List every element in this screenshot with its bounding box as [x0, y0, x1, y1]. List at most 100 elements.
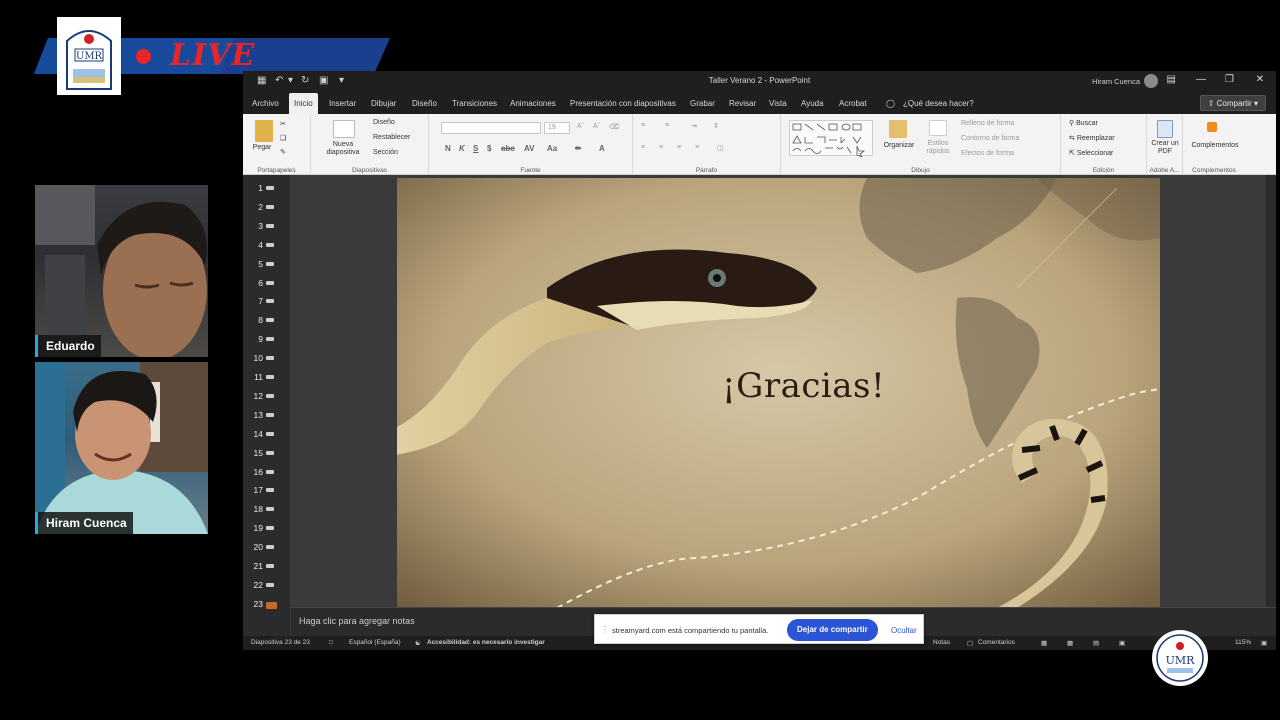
change-case-icon[interactable]: Aa [547, 144, 557, 153]
tell-me-search[interactable]: ¿Qué desea hacer? [903, 99, 974, 108]
shadow-icon[interactable]: $ [487, 144, 491, 153]
ribbon-display-icon[interactable]: ▤ [1167, 74, 1176, 85]
slide-thumbnail[interactable] [266, 204, 274, 209]
comments-button[interactable]: Comentarios [978, 639, 1015, 646]
tab-dibujar[interactable]: Dibujar [371, 99, 396, 108]
align-center-icon[interactable]: ≡ [659, 144, 663, 151]
slide-thumbnail-number[interactable]: 22 [249, 580, 263, 590]
slide-sorter-icon[interactable]: ▦ [1067, 639, 1073, 647]
notes-button[interactable]: Notas [933, 639, 950, 646]
shrink-font-icon[interactable]: Aˇ [593, 123, 600, 130]
section-button[interactable]: Sección [373, 149, 398, 156]
slide-thumbnail[interactable] [266, 526, 274, 531]
slide-thumbnail-number[interactable]: 2 [249, 202, 263, 212]
slide-thumbnail-number[interactable]: 23 [249, 599, 263, 609]
slide-thumbnail[interactable] [266, 488, 274, 493]
slide-thumbnail[interactable] [266, 469, 274, 474]
tab-transiciones[interactable]: Transiciones [452, 99, 497, 108]
tab-revisar[interactable]: Revisar [729, 99, 756, 108]
stop-sharing-button[interactable]: Dejar de compartir [787, 619, 878, 641]
slide-thumbnail-number[interactable]: 1 [249, 183, 263, 193]
slide-thumbnail-number[interactable]: 9 [249, 334, 263, 344]
font-size-select[interactable]: 19 [544, 122, 570, 134]
bullets-icon[interactable]: ≡ [641, 122, 645, 129]
numbering-icon[interactable]: ≡ [665, 122, 669, 129]
replace-button[interactable]: ⇆ Reemplazar [1069, 134, 1115, 142]
align-right-icon[interactable]: ≡ [677, 144, 681, 151]
shapes-gallery[interactable] [789, 120, 873, 158]
accessibility-status[interactable]: Accesibilidad: es necesario investigar [427, 639, 545, 646]
slide-thumbnail[interactable] [266, 242, 274, 247]
slide-thumbnail[interactable] [266, 564, 274, 568]
char-spacing-icon[interactable]: AV [524, 144, 535, 153]
slide-thumbnail-number[interactable]: 13 [249, 410, 263, 420]
tab-grabar[interactable]: Grabar [690, 99, 715, 108]
slide-thumbnail[interactable] [266, 393, 274, 398]
bold-icon[interactable]: N [445, 144, 451, 153]
vertical-scrollbar[interactable] [1266, 175, 1276, 607]
slide-title[interactable]: ¡Gracias! [722, 366, 885, 406]
highlight-icon[interactable]: ✏ [575, 144, 582, 153]
slide-thumbnail-number[interactable]: 15 [249, 448, 263, 458]
slide-thumbnail[interactable] [266, 450, 274, 455]
layout-button[interactable]: Diseño [373, 119, 395, 126]
slide-thumbnail[interactable] [266, 431, 274, 436]
spellcheck-icon[interactable]: □ [329, 639, 333, 646]
slide-thumbnail-number[interactable]: 14 [249, 429, 263, 439]
slide-thumbnail-number[interactable]: 18 [249, 504, 263, 514]
slide-thumbnail-number[interactable]: 17 [249, 485, 263, 495]
font-family-select[interactable] [441, 122, 541, 134]
italic-icon[interactable]: K [459, 144, 465, 153]
drag-handle-icon[interactable]: ⋮ [601, 625, 609, 634]
indent-icon[interactable]: ⇥ [691, 122, 697, 130]
clear-format-icon[interactable]: ⌫ [609, 123, 619, 131]
addins-button[interactable]: Complementos [1187, 142, 1243, 150]
tab-diseno[interactable]: Diseño [412, 99, 437, 108]
shape-outline-button[interactable]: Contorno de forma [961, 135, 1019, 142]
share-button[interactable]: ⇧ Compartir ▾ [1199, 95, 1266, 111]
slide-canvas[interactable]: ¡Gracias! [291, 175, 1266, 608]
tab-vista[interactable]: Vista [769, 99, 787, 108]
slide-thumbnail[interactable] [266, 545, 274, 550]
slide-thumbnail-number[interactable]: 16 [249, 467, 263, 477]
user-name[interactable]: Hiram Cuenca [1092, 77, 1140, 86]
create-pdf-icon[interactable] [1157, 120, 1173, 138]
slide-thumbnail[interactable] [266, 337, 274, 342]
cut-icon[interactable]: ✂ [280, 120, 286, 128]
slide-thumbnail[interactable] [266, 280, 274, 285]
find-button[interactable]: ⚲ Buscar [1069, 119, 1098, 127]
slide-thumbnail[interactable] [266, 507, 274, 512]
shape-effects-button[interactable]: Efectos de forma [961, 150, 1014, 157]
notes-placeholder[interactable]: Haga clic para agregar notas [299, 616, 415, 626]
quick-styles-button[interactable]: Estilos rápidos [919, 140, 957, 156]
slide-thumbnail-number[interactable]: 4 [249, 240, 263, 250]
slide-thumbnail-number[interactable]: 12 [249, 391, 263, 401]
line-spacing-icon[interactable]: ⇕ [713, 122, 719, 130]
zoom-level[interactable]: 115% [1235, 639, 1251, 646]
new-slide-icon[interactable] [333, 120, 355, 138]
shape-fill-button[interactable]: Relleno de forma [961, 120, 1014, 127]
reset-button[interactable]: Restablecer [373, 134, 410, 141]
tab-insertar[interactable]: Insertar [329, 99, 356, 108]
accessibility-icon[interactable]: ☯ [415, 639, 421, 647]
reading-view-icon[interactable]: ▤ [1093, 639, 1099, 647]
create-pdf-button[interactable]: Crear un PDF [1149, 140, 1181, 156]
slide-thumbnail[interactable] [266, 375, 274, 379]
slide-thumbnail-number[interactable]: 19 [249, 523, 263, 533]
copy-icon[interactable]: ❏ [280, 134, 286, 142]
language-indicator[interactable]: Español (España) [349, 639, 401, 646]
slide-thumbnail[interactable] [266, 582, 274, 587]
slide-thumbnail[interactable] [266, 318, 274, 323]
slide-thumbnail[interactable] [266, 356, 274, 361]
strikethrough-icon[interactable]: abc [501, 144, 515, 153]
slide-thumbnail-number[interactable]: 8 [249, 315, 263, 325]
slide-thumbnail-number[interactable]: 7 [249, 296, 263, 306]
tab-inicio[interactable]: Inicio [289, 93, 318, 114]
arrange-icon[interactable] [889, 120, 907, 138]
slide-thumbnail[interactable] [266, 412, 274, 417]
hide-banner-link[interactable]: Ocultar [891, 626, 917, 635]
slide-thumbnail-number[interactable]: 5 [249, 259, 263, 269]
format-painter-icon[interactable]: ✎ [280, 148, 286, 156]
slide-thumbnail-number[interactable]: 21 [249, 561, 263, 571]
grow-font-icon[interactable]: Aˆ [577, 123, 584, 130]
